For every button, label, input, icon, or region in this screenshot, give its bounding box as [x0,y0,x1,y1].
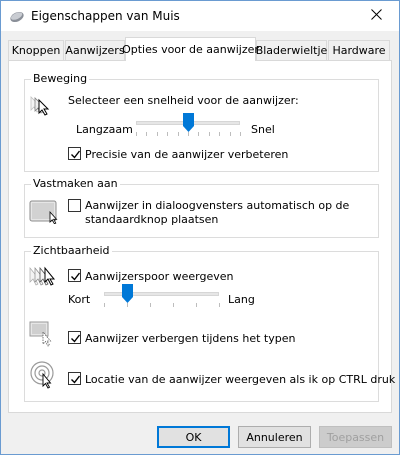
speed-slider-thumb[interactable] [182,113,194,132]
slider-tick [127,303,128,307]
pointer-speed-icon [29,94,53,123]
ctrl-locate-checkbox[interactable] [68,372,81,385]
motion-group: Beweging Selecteer een snelheid voor de … [24,72,379,172]
slider-tick [219,303,220,307]
snap-to-group-title: Vastmaken aan [31,177,120,191]
tab-strip: Knoppen Aanwijzers Opties voor de aanwij… [8,37,392,61]
window-title: Eigenschappen van Muis [31,9,180,23]
hide-pointer-typing-label[interactable]: Aanwijzer verbergen tijdens het typen [85,332,295,345]
slider-tick [104,303,105,307]
mouse-properties-dialog: Eigenschappen van Muis Knoppen Aanwijzer… [0,0,400,455]
tab-hardware[interactable]: Hardware [328,40,390,60]
trail-long-label: Lang [228,293,255,306]
pointer-trails-label[interactable]: Aanwijzerspoor weergeven [85,270,233,283]
slider-tick [188,132,189,136]
tab-label: Bladerwieltje [255,44,328,57]
hide-pointer-typing-checkbox[interactable] [68,331,81,344]
mouse-icon [9,9,25,23]
visibility-group: Zichtbaarheid Aanwijzerspoor weergeven K… [24,244,395,402]
tab-pointer-options[interactable]: Opties voor de aanwijzer [122,37,259,61]
tab-buttons[interactable]: Knoppen [8,40,64,60]
hide-pointer-typing-icon [29,320,59,353]
tab-label: Opties voor de aanwijzer [122,43,259,56]
snap-label-line-1[interactable]: Aanwijzer in dialoogvensters automatisch… [85,199,349,212]
snap-to-group: Vastmaken aan Aanwijzer in dialoogvenste… [24,177,379,238]
slider-tick [219,132,221,136]
cancel-button[interactable]: Annuleren [238,426,311,448]
snap-label-line-2[interactable]: standaardknop plaatsen [85,213,218,226]
snap-to-default-icon [29,198,61,227]
slider-tick [196,303,197,307]
speed-label: Selecteer een snelheid voor de aanwijzer… [68,94,299,107]
slider-tick [156,132,158,136]
tab-label: Hardware [332,44,386,57]
close-button[interactable] [353,1,399,31]
apply-button[interactable]: Toepassen [319,426,392,448]
precision-checkbox[interactable] [68,147,81,160]
slider-tick [136,132,137,136]
tab-pointers[interactable]: Aanwijzers [65,40,125,60]
speed-fast-label: Snel [251,123,275,136]
precision-label[interactable]: Precisie van de aanwijzer verbeteren [85,148,288,161]
apply-button-label: Toepassen [326,430,385,444]
slider-tick [240,132,241,136]
slider-tick [150,303,151,307]
ok-button[interactable]: OK [157,426,230,448]
visibility-group-title: Zichtbaarheid [31,244,112,258]
slider-tick [208,132,210,136]
locate-pointer-icon [29,360,59,393]
pointer-trails-icon [28,266,60,293]
motion-group-title: Beweging [31,72,90,86]
snap-to-default-checkbox[interactable] [68,199,81,212]
trail-length-slider-thumb[interactable] [121,284,133,303]
ok-button-label: OK [185,430,202,444]
ctrl-locate-label[interactable]: Locatie van de aanwijzer weergeven als i… [85,373,395,386]
slider-tick [177,132,179,136]
cancel-button-label: Annuleren [246,430,303,444]
slider-tick [173,303,174,307]
slider-tick [146,132,148,136]
pointer-trails-checkbox[interactable] [68,269,81,282]
slider-tick [167,132,169,136]
tab-panel-pointer-options: Beweging Selecteer een snelheid voor de … [8,60,395,413]
tab-label: Aanwijzers [65,44,125,57]
tab-label: Knoppen [11,44,61,57]
title-bar[interactable]: Eigenschappen van Muis [1,1,399,31]
slider-tick [198,132,200,136]
close-icon [370,9,382,23]
trail-short-label: Kort [68,293,91,306]
tab-wheel[interactable]: Bladerwieltje [256,40,327,60]
speed-slow-label: Langzaam [76,123,133,136]
slider-tick [229,132,231,136]
